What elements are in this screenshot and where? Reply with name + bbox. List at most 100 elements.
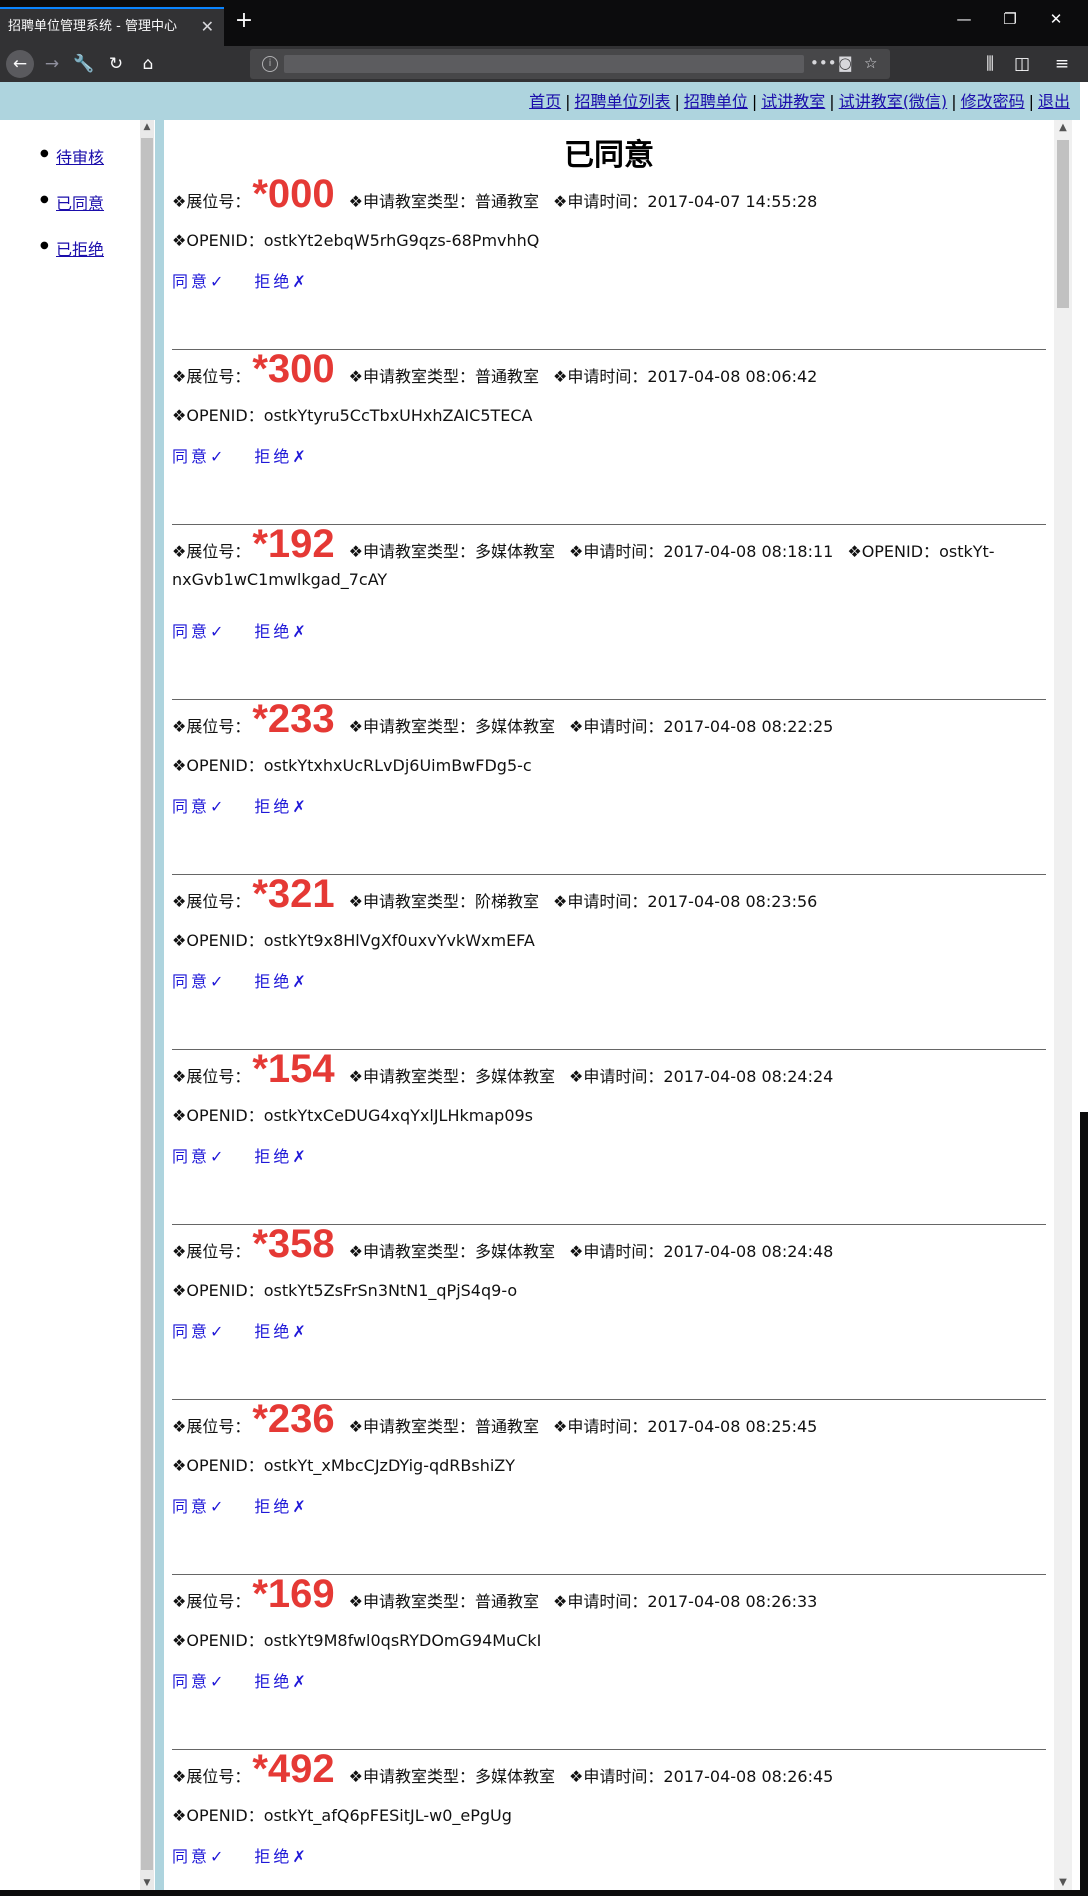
page-actions-icon[interactable]: ••• <box>810 54 837 72</box>
time-label: ❖申请时间： <box>569 1067 664 1086</box>
restore-button[interactable]: ❐ <box>990 10 1030 28</box>
page-viewport: 首页|招聘单位列表|招聘单位|试讲教室|试讲教室(微信)|修改密码|退出 待审核… <box>0 82 1080 1890</box>
reject-button[interactable]: 拒绝✗ <box>254 1497 308 1516</box>
close-window-button[interactable]: ✕ <box>1036 10 1076 28</box>
approve-button[interactable]: 同意✓ <box>172 447 226 466</box>
approve-button[interactable]: 同意✓ <box>172 622 226 641</box>
home-icon[interactable]: ⌂ <box>134 50 162 78</box>
reject-button[interactable]: 拒绝✗ <box>254 1147 308 1166</box>
reject-button[interactable]: 拒绝✗ <box>254 622 308 641</box>
list-item: ❖展位号：*154 ❖申请教室类型：多媒体教室 ❖申请时间：2017-04-08 0… <box>172 1049 1046 1225</box>
item-actions: 同意✓ 拒绝✗ <box>172 793 337 817</box>
url-bar[interactable]: i ••• ◙ ☆ <box>250 49 890 79</box>
reject-button[interactable]: 拒绝✗ <box>254 1672 308 1691</box>
library-icon[interactable]: ⫼ <box>976 50 1004 78</box>
list-item: ❖展位号：*000 ❖申请教室类型：普通教室 ❖申请时间：2017-04-07 14… <box>172 174 1046 350</box>
tab-close-icon[interactable]: ✕ <box>201 9 214 45</box>
nav-separator: | <box>829 92 835 111</box>
type-label: ❖申请教室类型： <box>348 1242 476 1261</box>
booth-number: *169 <box>252 1572 335 1616</box>
list-item: ❖展位号：*300 ❖申请教室类型：普通教室 ❖申请时间：2017-04-08 08… <box>172 349 1046 525</box>
apply-time: 2017-04-08 08:24:24 <box>663 1067 834 1086</box>
booth-number: *300 <box>252 347 335 391</box>
nav-link-employer[interactable]: 招聘单位 <box>684 92 748 111</box>
window-bottom-edge <box>0 1890 1088 1896</box>
main-scrollbar[interactable]: ▲ ▼ <box>1054 120 1072 1890</box>
classroom-type: 多媒体教室 <box>475 1242 556 1261</box>
openid-line: ❖OPENID：ostkYt9M8fwl0qsRYDOmG94MuCkI <box>172 1630 541 1652</box>
nav-link-classroom-wechat[interactable]: 试讲教室(微信) <box>839 92 948 111</box>
item-summary: ❖展位号：*154 ❖申请教室类型：多媒体教室 ❖申请时间：2017-04-08 0… <box>172 1049 1046 1091</box>
item-actions: 同意✓ 拒绝✗ <box>172 1318 337 1342</box>
type-label: ❖申请教室类型： <box>348 1767 476 1786</box>
minimize-button[interactable]: — <box>944 10 984 28</box>
booth-label: ❖展位号： <box>172 1767 251 1786</box>
nav-link-classroom[interactable]: 试讲教室 <box>761 92 825 111</box>
approve-button[interactable]: 同意✓ <box>172 272 226 291</box>
approve-button[interactable]: 同意✓ <box>172 1497 226 1516</box>
nav-link-logout[interactable]: 退出 <box>1038 92 1070 111</box>
item-actions: 同意✓ 拒绝✗ <box>172 618 337 642</box>
openid-line: ❖OPENID：ostkYtyru5CcTbxUHxhZAIC5TECA <box>172 405 533 427</box>
item-actions: 同意✓ 拒绝✗ <box>172 1668 337 1692</box>
pocket-icon[interactable]: ◙ <box>838 54 853 72</box>
window-edge <box>1080 82 1088 1890</box>
sidebar-item-rejected: 已拒绝 <box>40 236 104 260</box>
scroll-down-arrow-icon[interactable]: ▼ <box>1054 1877 1072 1888</box>
sidebar-item-approved: 已同意 <box>40 190 104 214</box>
classroom-type: 多媒体教室 <box>475 717 556 736</box>
item-summary: ❖展位号：*321 ❖申请教室类型：阶梯教室 ❖申请时间：2017-04-08 08… <box>172 874 1046 916</box>
type-label: ❖申请教室类型： <box>348 892 476 911</box>
sidebar-link-approved[interactable]: 已同意 <box>56 194 104 213</box>
forward-arrow-icon[interactable]: → <box>38 50 66 78</box>
reload-icon[interactable]: ↻ <box>102 50 130 78</box>
info-icon[interactable]: i <box>262 56 278 72</box>
approve-button[interactable]: 同意✓ <box>172 972 226 991</box>
sidebar-frame: 待审核 已同意 已拒绝 <box>0 120 157 1890</box>
classroom-type: 阶梯教室 <box>475 892 540 911</box>
wrench-icon[interactable]: 🔧 <box>70 50 98 78</box>
sidebar-menu: 待审核 已同意 已拒绝 <box>40 144 104 282</box>
openid-line: ❖OPENID：ostkYt9x8HlVgXf0uxvYvkWxmEFA <box>172 930 535 952</box>
nav-link-change-password[interactable]: 修改密码 <box>961 92 1025 111</box>
list-item: ❖展位号：*321 ❖申请教室类型：阶梯教室 ❖申请时间：2017-04-08 08… <box>172 874 1046 1050</box>
new-tab-button[interactable]: + <box>230 8 258 33</box>
classroom-type: 多媒体教室 <box>475 542 556 561</box>
classroom-type: 多媒体教室 <box>475 1067 556 1086</box>
item-summary: ❖展位号：*300 ❖申请教室类型：普通教室 ❖申请时间：2017-04-08 08… <box>172 349 1046 391</box>
sidebar-scroll-thumb[interactable] <box>141 138 153 1870</box>
reject-button[interactable]: 拒绝✗ <box>254 447 308 466</box>
approve-button[interactable]: 同意✓ <box>172 1147 226 1166</box>
frame-divider <box>155 120 164 1890</box>
sidebar-link-rejected[interactable]: 已拒绝 <box>56 240 104 259</box>
openid-value: ostkYtxhxUcRLvDj6UimBwFDg5-c <box>263 756 532 775</box>
item-actions: 同意✓ 拒绝✗ <box>172 268 337 292</box>
scroll-up-arrow-icon[interactable]: ▲ <box>140 122 154 132</box>
scroll-down-arrow-icon[interactable]: ▼ <box>140 1878 154 1888</box>
nav-link-employer-list[interactable]: 招聘单位列表 <box>574 92 670 111</box>
item-summary: ❖展位号：*236 ❖申请教室类型：普通教室 ❖申请时间：2017-04-08 08… <box>172 1399 1046 1441</box>
menu-hamburger-icon[interactable]: ≡ <box>1048 50 1076 78</box>
apply-time: 2017-04-08 08:25:45 <box>647 1417 818 1436</box>
reject-button[interactable]: 拒绝✗ <box>254 272 308 291</box>
browser-tab[interactable]: 招聘单位管理系统 - 管理中心 ✕ <box>0 7 224 46</box>
main-scroll-thumb[interactable] <box>1057 140 1069 308</box>
apply-time: 2017-04-08 08:06:42 <box>647 367 818 386</box>
nav-link-home[interactable]: 首页 <box>529 92 561 111</box>
reject-button[interactable]: 拒绝✗ <box>254 1322 308 1341</box>
reject-button[interactable]: 拒绝✗ <box>254 1847 308 1866</box>
reject-button[interactable]: 拒绝✗ <box>254 972 308 991</box>
item-summary: ❖展位号：*492 ❖申请教室类型：多媒体教室 ❖申请时间：2017-04-08 0… <box>172 1749 1046 1791</box>
approve-button[interactable]: 同意✓ <box>172 1847 226 1866</box>
sidebar-link-pending[interactable]: 待审核 <box>56 148 104 167</box>
approve-button[interactable]: 同意✓ <box>172 797 226 816</box>
bookmark-star-icon[interactable]: ☆ <box>864 54 877 72</box>
openid-line: ❖OPENID：ostkYtxhxUcRLvDj6UimBwFDg5-c <box>172 755 532 777</box>
approve-button[interactable]: 同意✓ <box>172 1322 226 1341</box>
back-arrow-icon[interactable]: ← <box>6 50 34 78</box>
approve-button[interactable]: 同意✓ <box>172 1672 226 1691</box>
reject-button[interactable]: 拒绝✗ <box>254 797 308 816</box>
sidebar-toggle-icon[interactable]: ◫ <box>1008 50 1036 78</box>
scroll-up-arrow-icon[interactable]: ▲ <box>1054 122 1072 133</box>
sidebar-scrollbar[interactable]: ▲ ▼ <box>140 120 154 1890</box>
